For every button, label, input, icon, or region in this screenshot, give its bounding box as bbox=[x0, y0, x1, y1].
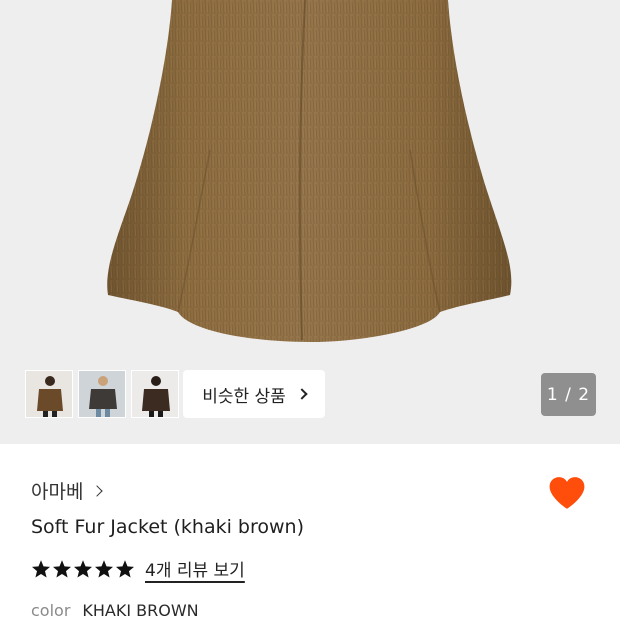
star-icon bbox=[95, 559, 113, 577]
heart-icon[interactable] bbox=[548, 475, 586, 511]
star-icon bbox=[32, 559, 50, 577]
product-title: Soft Fur Jacket (khaki brown) bbox=[31, 516, 305, 538]
similar-products-label: 비슷한 상품 bbox=[202, 386, 286, 407]
similar-products-button[interactable]: 비슷한 상품 bbox=[183, 370, 325, 418]
star-icon bbox=[116, 559, 134, 577]
rating-stars bbox=[31, 559, 135, 579]
thumbnail-1[interactable] bbox=[25, 370, 73, 418]
color-row: color KHAKI BROWN bbox=[31, 601, 199, 620]
chevron-right-icon bbox=[91, 484, 104, 497]
rating-row: 4개 리뷰 보기 bbox=[31, 556, 245, 581]
brand-link[interactable]: 아마베 bbox=[31, 477, 104, 504]
star-icon bbox=[74, 559, 92, 577]
thumbnail-2[interactable] bbox=[78, 370, 126, 418]
image-page-counter: 1 / 2 bbox=[541, 373, 596, 416]
product-image-gallery[interactable]: 비슷한 상품 1 / 2 bbox=[0, 0, 620, 444]
view-reviews-link[interactable]: 4개 리뷰 보기 bbox=[145, 556, 245, 581]
star-icon bbox=[53, 559, 71, 577]
brand-name: 아마베 bbox=[31, 481, 84, 503]
thumbnail-strip bbox=[25, 370, 179, 418]
color-label: color bbox=[31, 601, 71, 620]
product-info: 아마베 Soft Fur Jacket (khaki brown) 4개 리뷰 … bbox=[0, 444, 620, 620]
color-value: KHAKI BROWN bbox=[82, 601, 199, 620]
chevron-right-icon bbox=[296, 388, 308, 400]
thumbnail-3[interactable] bbox=[131, 370, 179, 418]
